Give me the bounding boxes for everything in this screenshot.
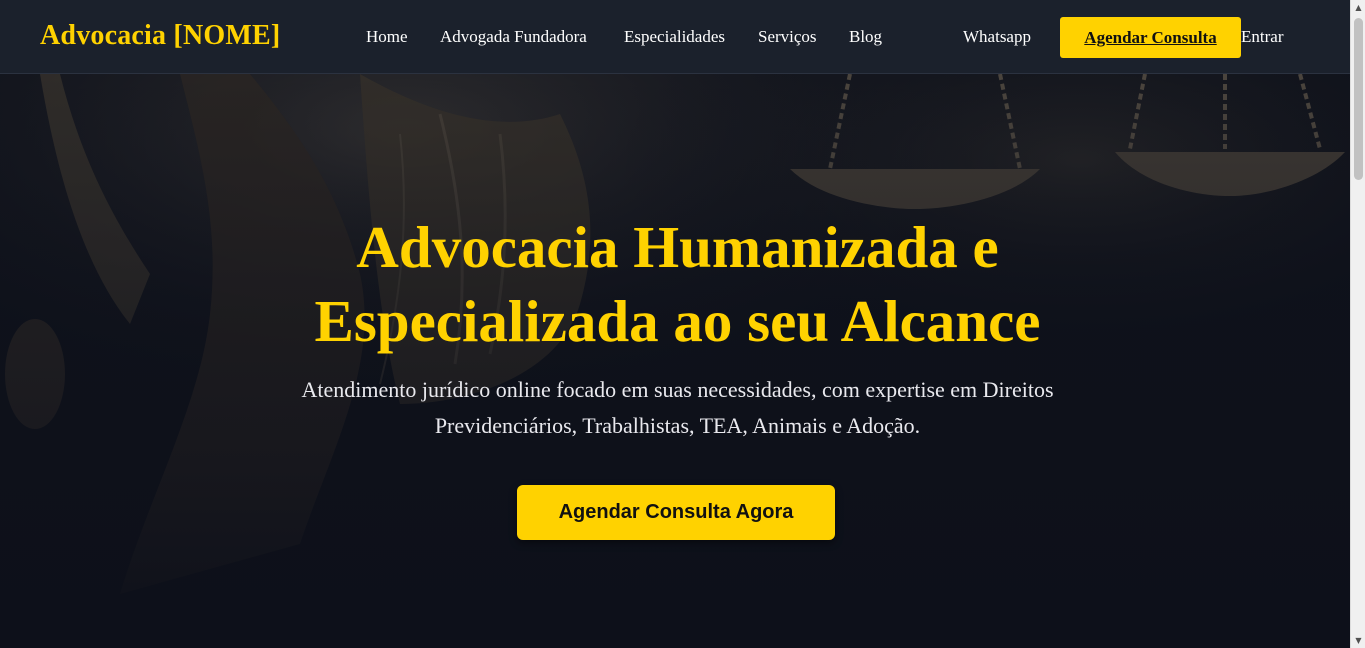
schedule-consultation-now-button[interactable]: Agendar Consulta Agora xyxy=(517,485,835,540)
hero-subtitle: Atendimento jurídico online focado em su… xyxy=(301,377,1054,438)
nav-link-specialties[interactable]: Especialidades xyxy=(624,27,725,47)
nav-link-whatsapp[interactable]: Whatsapp xyxy=(963,27,1031,47)
hero-section: Advocacia Humanizada e Especializada ao … xyxy=(0,74,1350,648)
vertical-scrollbar[interactable]: ▲ ▼ xyxy=(1350,0,1365,648)
nav-link-services[interactable]: Serviços xyxy=(758,27,817,47)
nav-link-home[interactable]: Home xyxy=(366,27,408,47)
scrollbar-thumb[interactable] xyxy=(1354,18,1363,180)
schedule-consultation-button[interactable]: Agendar Consulta xyxy=(1060,17,1241,58)
nav-link-founder[interactable]: Advogada Fundadora xyxy=(440,27,587,47)
site-logo[interactable]: Advocacia [NOME] xyxy=(40,20,280,52)
login-link[interactable]: Entrar xyxy=(1241,27,1283,47)
scroll-up-arrow-icon[interactable]: ▲ xyxy=(1351,0,1365,15)
hero-background-justice-statue xyxy=(0,74,1350,648)
site-header: Advocacia [NOME] Home Advogada Fundadora… xyxy=(0,0,1350,74)
nav-link-blog[interactable]: Blog xyxy=(849,27,882,47)
hero-title: Advocacia Humanizada e Especializada ao … xyxy=(314,214,1041,354)
scroll-down-arrow-icon[interactable]: ▼ xyxy=(1351,633,1365,648)
page: Advocacia [NOME] Home Advogada Fundadora… xyxy=(0,0,1350,648)
